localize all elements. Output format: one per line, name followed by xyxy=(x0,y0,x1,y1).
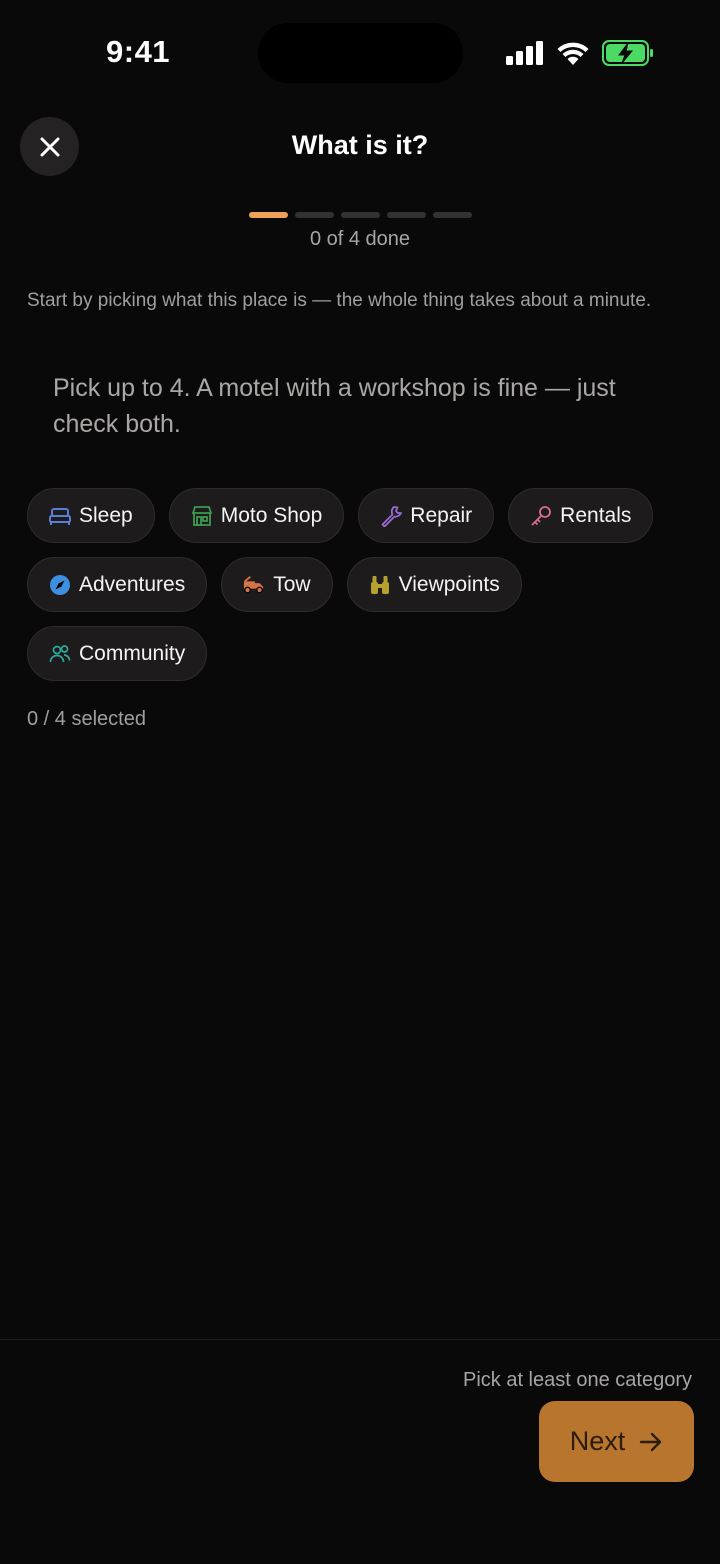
footer-divider xyxy=(0,1339,720,1340)
page-title: What is it? xyxy=(291,130,429,160)
binoculars-icon xyxy=(369,574,391,596)
category-label: Moto Shop xyxy=(220,503,323,527)
category-label: Repair xyxy=(410,503,473,527)
signal-icon xyxy=(506,41,543,65)
wifi-icon xyxy=(557,42,589,65)
status-icons xyxy=(506,38,654,68)
category-label: Sleep xyxy=(79,503,133,527)
compass-icon xyxy=(49,574,71,596)
progress-segment xyxy=(341,212,380,218)
next-button[interactable]: Next xyxy=(539,1401,694,1482)
arrow-right-icon xyxy=(640,1432,662,1451)
battery-charging-icon xyxy=(602,40,653,66)
category-label: Tow xyxy=(273,572,311,596)
progress-segment-active xyxy=(249,212,288,218)
next-button-label: Next xyxy=(569,1426,626,1456)
category-chip-tow[interactable]: Tow xyxy=(221,557,333,612)
category-chip-moto-shop[interactable]: Moto Shop xyxy=(168,488,345,543)
storefront-icon xyxy=(191,505,213,527)
progress-segment xyxy=(295,212,334,218)
bed-icon xyxy=(49,505,71,527)
progress-label: 0 of 4 done xyxy=(309,228,411,250)
hint-text: Pick up to 4. A motel with a workshop is… xyxy=(53,374,616,438)
category-chip-community[interactable]: Community xyxy=(27,626,208,681)
category-label: Viewpoints xyxy=(398,572,500,596)
category-chip-repair[interactable]: Repair xyxy=(358,488,495,543)
category-label: Rentals xyxy=(560,503,632,527)
category-label: Community xyxy=(79,641,186,665)
category-label: Adventures xyxy=(79,572,186,596)
category-chip-sleep[interactable]: Sleep xyxy=(27,488,155,543)
key-icon xyxy=(530,505,552,527)
footer-hint: Pick at least one category xyxy=(462,1369,692,1391)
tow-truck-icon xyxy=(243,574,265,596)
status-time: 9:41 xyxy=(106,34,171,69)
category-chips: Sleep Moto Shop Repair Rentals Adventure… xyxy=(27,488,687,681)
people-icon xyxy=(49,643,71,665)
selected-count: 0 / 4 selected xyxy=(27,708,146,730)
progress-segment xyxy=(387,212,426,218)
progress-steps xyxy=(249,212,472,218)
dynamic-island xyxy=(258,23,463,83)
progress-segment xyxy=(433,212,472,218)
intro-text: Start by picking what this place is — th… xyxy=(27,290,652,311)
category-chip-adventures[interactable]: Adventures xyxy=(27,557,208,612)
category-chip-rentals[interactable]: Rentals xyxy=(508,488,654,543)
screen: 9:41 What is it? 0 of 4 done Start by pi… xyxy=(0,0,720,1564)
category-chip-viewpoints[interactable]: Viewpoints xyxy=(346,557,522,612)
wrench-icon xyxy=(380,505,403,527)
